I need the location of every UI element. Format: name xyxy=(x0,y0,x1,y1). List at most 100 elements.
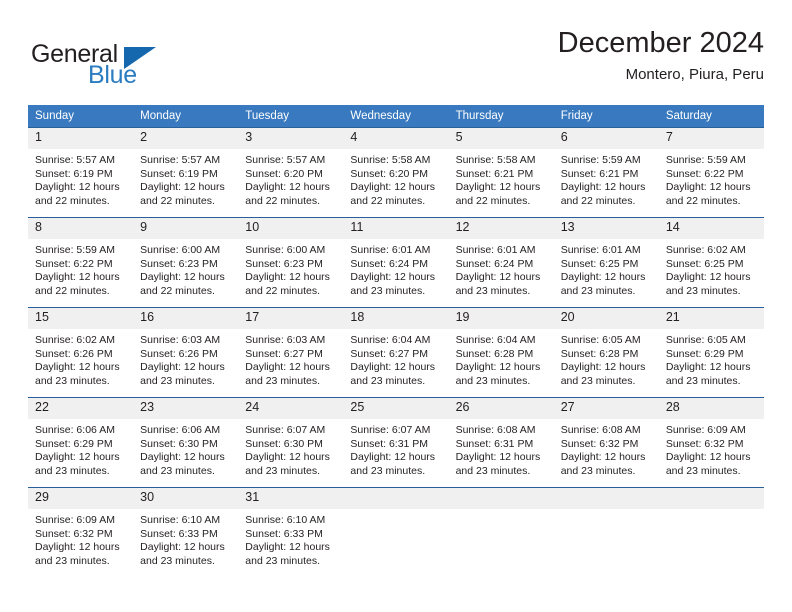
day-cell[interactable]: 2 Sunrise: 5:57 AM Sunset: 6:19 PM Dayli… xyxy=(133,127,239,218)
day-number: 7 xyxy=(658,128,764,149)
day-cell[interactable]: 7 Sunrise: 5:59 AM Sunset: 6:22 PM Dayli… xyxy=(658,127,764,218)
sunrise-text: Sunrise: 6:08 AM xyxy=(560,424,641,436)
calendar-page: General Blue December 2024 Montero, Piur… xyxy=(0,0,792,612)
calendar-table: Sunday Monday Tuesday Wednesday Thursday… xyxy=(28,105,764,577)
sunset-text: Sunset: 6:28 PM xyxy=(560,347,639,360)
day-details: Sunrise: 6:09 AM Sunset: 6:32 PM Dayligh… xyxy=(28,509,133,568)
day-number: 1 xyxy=(28,128,134,149)
daylight-text-line2: and 23 minutes. xyxy=(560,284,636,297)
day-cell[interactable]: 8 Sunrise: 5:59 AM Sunset: 6:22 PM Dayli… xyxy=(28,217,134,308)
day-details: Sunrise: 5:57 AM Sunset: 6:19 PM Dayligh… xyxy=(28,149,133,208)
day-cell[interactable]: 26 Sunrise: 6:08 AM Sunset: 6:31 PM Dayl… xyxy=(448,397,554,488)
day-cell[interactable]: 19 Sunrise: 6:04 AM Sunset: 6:28 PM Dayl… xyxy=(448,307,554,398)
weekday-header-thursday: Thursday xyxy=(448,105,554,128)
day-cell[interactable]: 20 Sunrise: 6:05 AM Sunset: 6:28 PM Dayl… xyxy=(553,307,659,398)
day-details: Sunrise: 5:58 AM Sunset: 6:21 PM Dayligh… xyxy=(449,149,554,208)
day-cell[interactable]: 4 Sunrise: 5:58 AM Sunset: 6:20 PM Dayli… xyxy=(343,127,449,218)
sunset-text: Sunset: 6:28 PM xyxy=(455,347,534,360)
day-details: Sunrise: 6:00 AM Sunset: 6:23 PM Dayligh… xyxy=(238,239,343,298)
daylight-text-line2: and 23 minutes. xyxy=(35,464,110,477)
day-number: 13 xyxy=(553,218,659,239)
day-cell[interactable]: 25 Sunrise: 6:07 AM Sunset: 6:31 PM Dayl… xyxy=(343,397,449,488)
day-cell[interactable]: 18 Sunrise: 6:04 AM Sunset: 6:27 PM Dayl… xyxy=(343,307,449,398)
day-number: 30 xyxy=(133,488,239,509)
sunset-text: Sunset: 6:22 PM xyxy=(665,167,744,180)
page-subtitle: Montero, Piura, Peru xyxy=(625,66,764,84)
daylight-text-line2: and 23 minutes. xyxy=(245,374,320,387)
daylight-text-line2: and 23 minutes. xyxy=(35,374,110,387)
sunrise-text: Sunrise: 6:06 AM xyxy=(140,424,221,436)
day-details: Sunrise: 6:04 AM Sunset: 6:27 PM Dayligh… xyxy=(343,329,448,388)
day-cell[interactable]: 1 Sunrise: 5:57 AM Sunset: 6:19 PM Dayli… xyxy=(28,127,134,218)
day-cell[interactable]: 31 Sunrise: 6:10 AM Sunset: 6:33 PM Dayl… xyxy=(238,487,344,577)
daylight-text-line1: Daylight: 12 hours xyxy=(245,361,330,374)
daylight-text-line1: Daylight: 12 hours xyxy=(350,451,436,464)
day-cell[interactable]: 28 Sunrise: 6:09 AM Sunset: 6:32 PM Dayl… xyxy=(658,397,764,488)
daylight-text-line1: Daylight: 12 hours xyxy=(140,181,225,194)
weekday-header-tuesday: Tuesday xyxy=(238,105,344,128)
day-details: Sunrise: 6:02 AM Sunset: 6:26 PM Dayligh… xyxy=(28,329,133,388)
day-cell[interactable]: 6 Sunrise: 5:59 AM Sunset: 6:21 PM Dayli… xyxy=(553,127,659,218)
day-cell[interactable]: 27 Sunrise: 6:08 AM Sunset: 6:32 PM Dayl… xyxy=(553,397,659,488)
daylight-text-line2: and 22 minutes. xyxy=(35,284,110,297)
day-details: Sunrise: 6:02 AM Sunset: 6:25 PM Dayligh… xyxy=(659,239,764,298)
sunrise-text: Sunrise: 6:07 AM xyxy=(245,424,326,436)
day-cell[interactable]: 13 Sunrise: 6:01 AM Sunset: 6:25 PM Dayl… xyxy=(553,217,659,308)
weekday-header-wednesday: Wednesday xyxy=(343,105,449,128)
day-number: 31 xyxy=(238,488,344,509)
day-cell[interactable]: 9 Sunrise: 6:00 AM Sunset: 6:23 PM Dayli… xyxy=(133,217,239,308)
day-cell[interactable]: 16 Sunrise: 6:03 AM Sunset: 6:26 PM Dayl… xyxy=(133,307,239,398)
day-details: Sunrise: 6:01 AM Sunset: 6:25 PM Dayligh… xyxy=(554,239,659,298)
sunrise-text: Sunrise: 6:02 AM xyxy=(35,334,115,346)
sunset-text: Sunset: 6:30 PM xyxy=(245,437,323,450)
day-details: Sunrise: 6:03 AM Sunset: 6:27 PM Dayligh… xyxy=(238,329,343,388)
day-details: Sunrise: 6:07 AM Sunset: 6:30 PM Dayligh… xyxy=(238,419,343,478)
day-cell[interactable]: 22 Sunrise: 6:06 AM Sunset: 6:29 PM Dayl… xyxy=(28,397,134,488)
daylight-text-line2: and 22 minutes. xyxy=(560,194,636,207)
day-cell[interactable]: 29 Sunrise: 6:09 AM Sunset: 6:32 PM Dayl… xyxy=(28,487,134,577)
day-cell[interactable]: 15 Sunrise: 6:02 AM Sunset: 6:26 PM Dayl… xyxy=(28,307,134,398)
sunrise-text: Sunrise: 5:58 AM xyxy=(350,154,431,166)
logo-text-blue: Blue xyxy=(88,61,137,89)
day-number: 24 xyxy=(238,398,344,419)
day-cell[interactable]: 10 Sunrise: 6:00 AM Sunset: 6:23 PM Dayl… xyxy=(238,217,344,308)
weekday-header-row: Sunday Monday Tuesday Wednesday Thursday… xyxy=(28,105,764,128)
daylight-text-line2: and 22 minutes. xyxy=(140,194,215,207)
daylight-text-line1: Daylight: 12 hours xyxy=(665,451,751,464)
day-cell[interactable]: 24 Sunrise: 6:07 AM Sunset: 6:30 PM Dayl… xyxy=(238,397,344,488)
day-cell[interactable]: 12 Sunrise: 6:01 AM Sunset: 6:24 PM Dayl… xyxy=(448,217,554,308)
sunrise-text: Sunrise: 6:05 AM xyxy=(665,334,746,346)
day-cell[interactable]: 23 Sunrise: 6:06 AM Sunset: 6:30 PM Dayl… xyxy=(133,397,239,488)
daylight-text-line1: Daylight: 12 hours xyxy=(35,181,120,194)
day-details: Sunrise: 6:05 AM Sunset: 6:28 PM Dayligh… xyxy=(554,329,659,388)
day-cell[interactable]: 21 Sunrise: 6:05 AM Sunset: 6:29 PM Dayl… xyxy=(658,307,764,398)
day-cell[interactable]: 5 Sunrise: 5:58 AM Sunset: 6:21 PM Dayli… xyxy=(448,127,554,218)
day-number: 6 xyxy=(553,128,659,149)
sunrise-text: Sunrise: 5:58 AM xyxy=(455,154,536,166)
sunset-text: Sunset: 6:27 PM xyxy=(350,347,429,360)
sunset-text: Sunset: 6:19 PM xyxy=(35,167,113,180)
daylight-text-line1: Daylight: 12 hours xyxy=(245,451,330,464)
daylight-text-line2: and 23 minutes. xyxy=(140,464,215,477)
day-details: Sunrise: 6:03 AM Sunset: 6:26 PM Dayligh… xyxy=(133,329,238,388)
weekday-header-friday: Friday xyxy=(553,105,659,128)
day-cell[interactable]: 30 Sunrise: 6:10 AM Sunset: 6:33 PM Dayl… xyxy=(133,487,239,577)
sunrise-text: Sunrise: 6:01 AM xyxy=(455,244,536,256)
day-details: Sunrise: 6:08 AM Sunset: 6:31 PM Dayligh… xyxy=(449,419,554,478)
day-cell[interactable]: 14 Sunrise: 6:02 AM Sunset: 6:25 PM Dayl… xyxy=(658,217,764,308)
day-details: Sunrise: 6:01 AM Sunset: 6:24 PM Dayligh… xyxy=(449,239,554,298)
daylight-text-line2: and 23 minutes. xyxy=(560,374,636,387)
day-number: 27 xyxy=(553,398,659,419)
calendar-body: 1 Sunrise: 5:57 AM Sunset: 6:19 PM Dayli… xyxy=(28,127,764,577)
sunset-text: Sunset: 6:22 PM xyxy=(35,257,113,270)
day-details: Sunrise: 6:08 AM Sunset: 6:32 PM Dayligh… xyxy=(554,419,659,478)
daylight-text-line1: Daylight: 12 hours xyxy=(560,271,646,284)
day-cell[interactable]: 11 Sunrise: 6:01 AM Sunset: 6:24 PM Dayl… xyxy=(343,217,449,308)
sunrise-text: Sunrise: 6:09 AM xyxy=(35,514,115,526)
sunrise-text: Sunrise: 6:10 AM xyxy=(245,514,326,526)
day-cell[interactable]: 3 Sunrise: 5:57 AM Sunset: 6:20 PM Dayli… xyxy=(238,127,344,218)
day-cell[interactable]: 17 Sunrise: 6:03 AM Sunset: 6:27 PM Dayl… xyxy=(238,307,344,398)
daylight-text-line1: Daylight: 12 hours xyxy=(140,541,225,554)
sunset-text: Sunset: 6:29 PM xyxy=(665,347,744,360)
day-number: 20 xyxy=(553,308,659,329)
